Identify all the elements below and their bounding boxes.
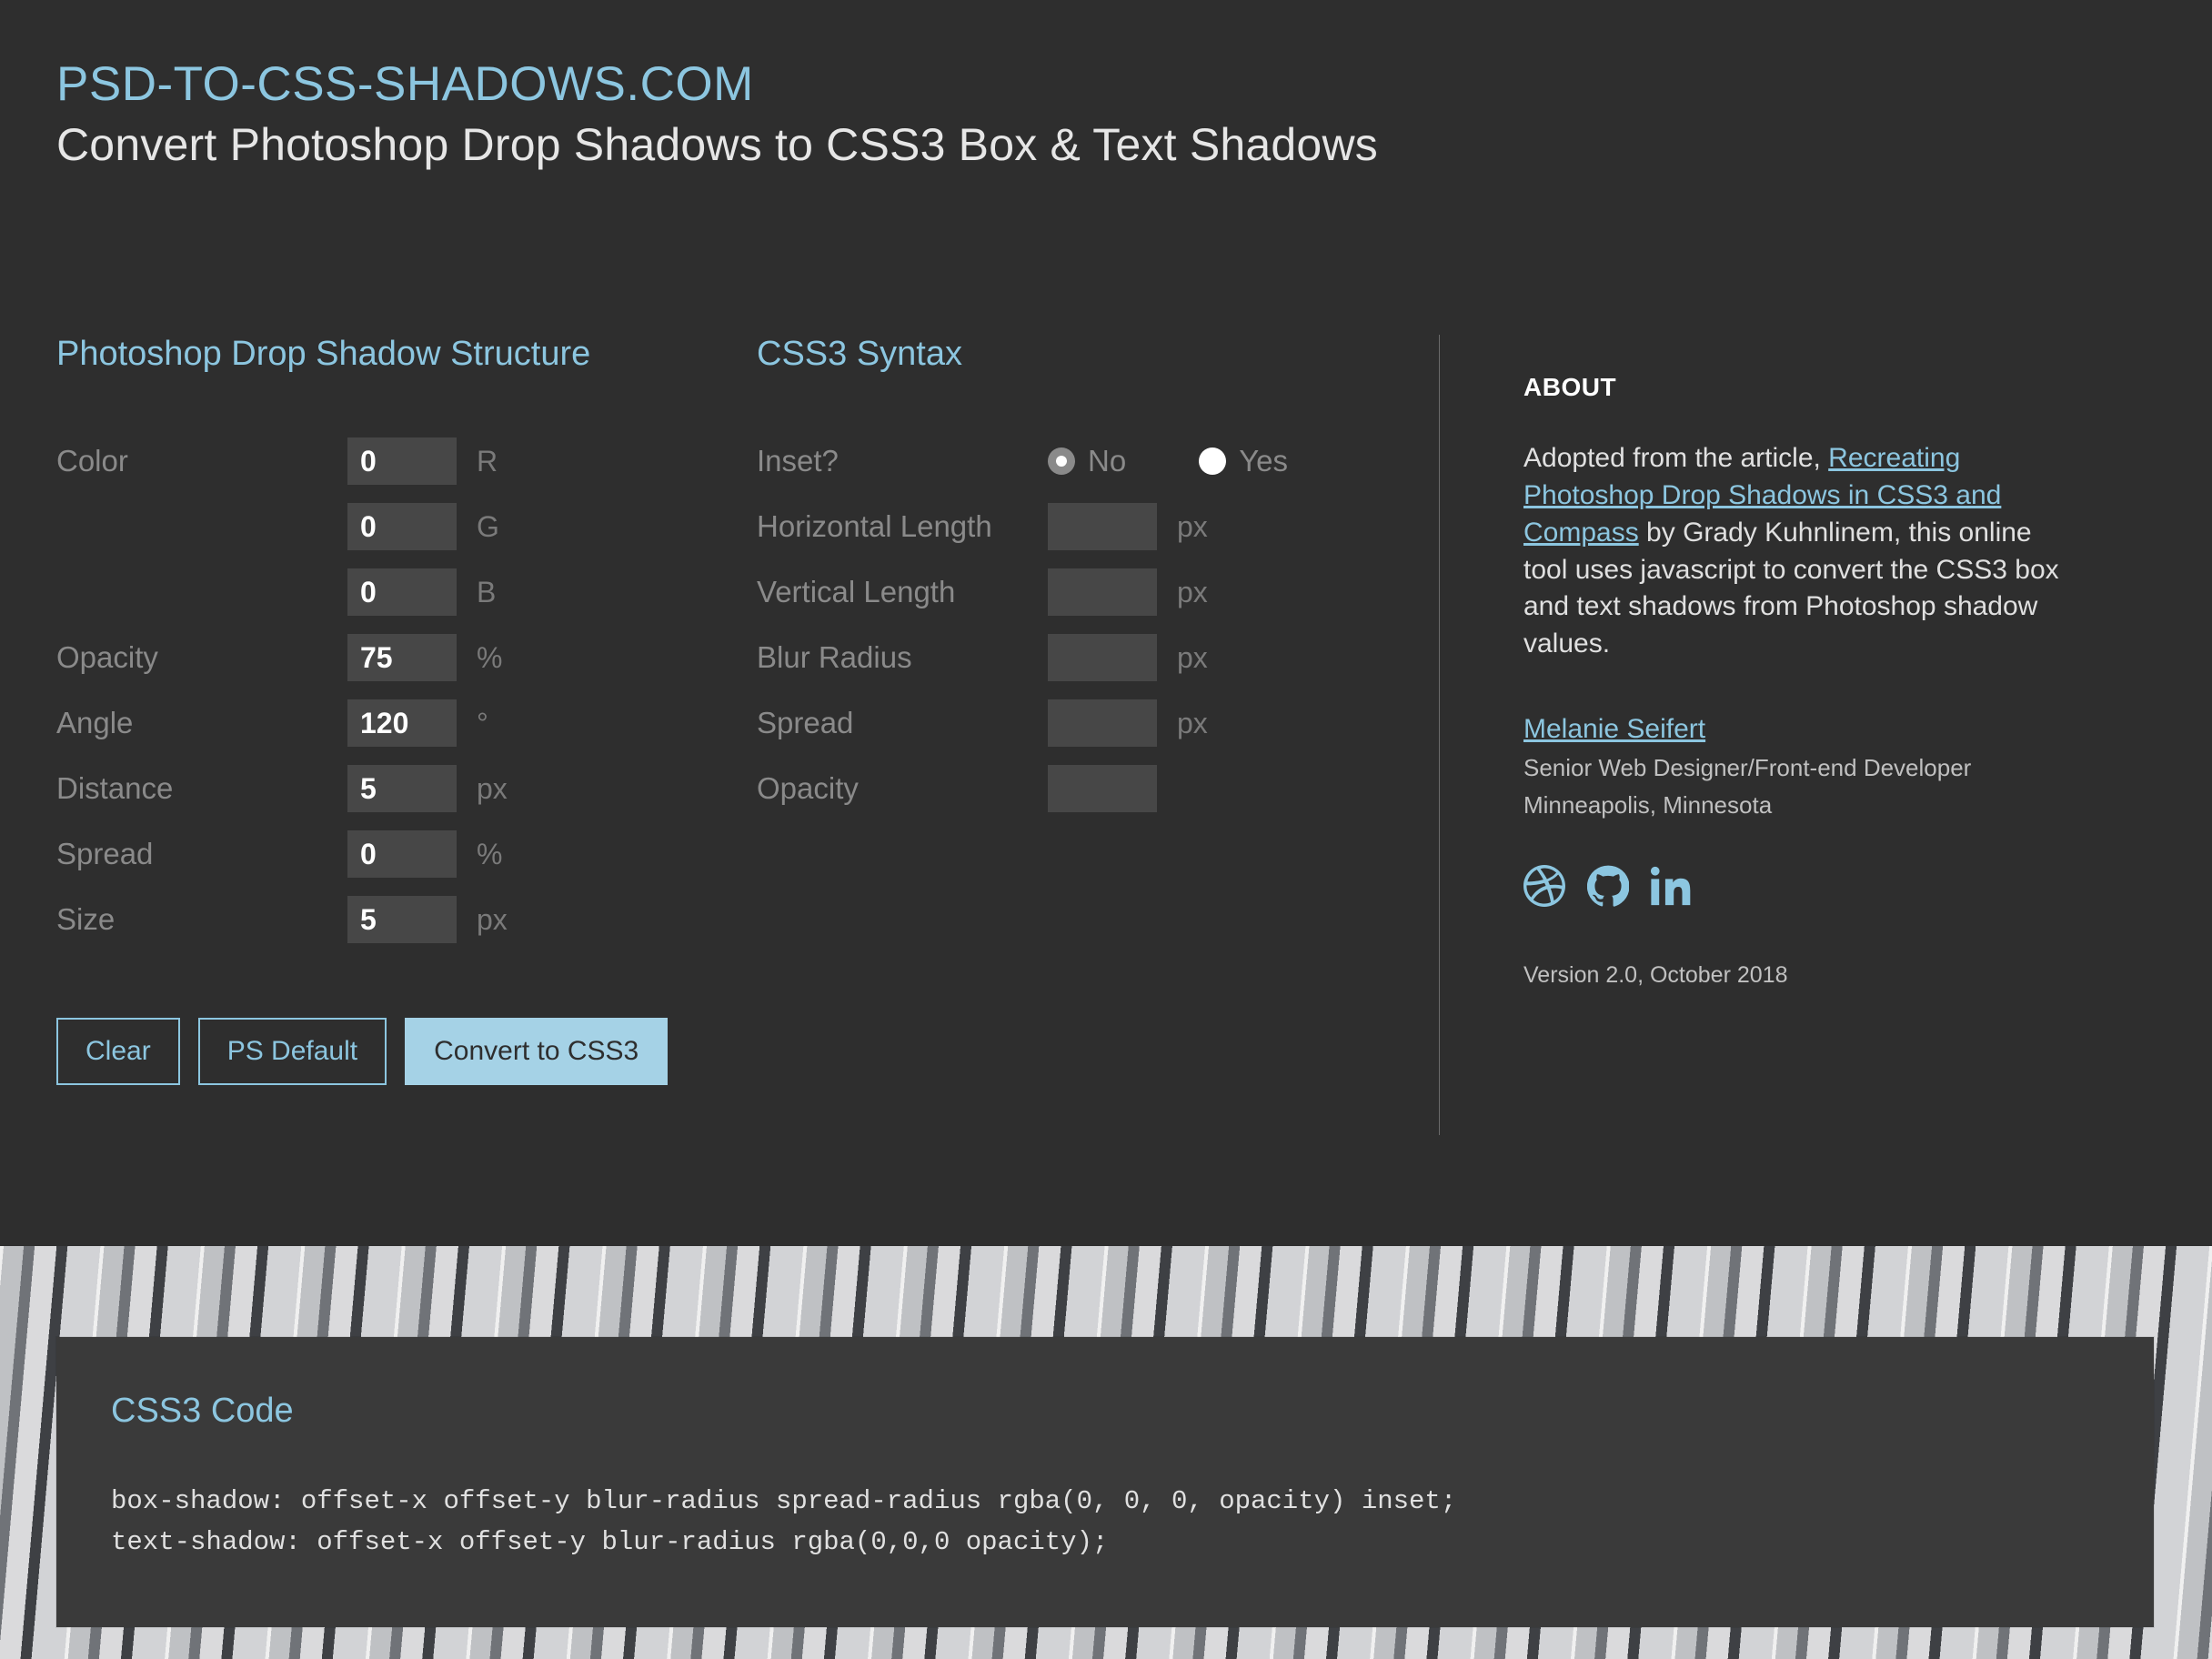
about-role: Senior Web Designer/Front-end Developer	[1523, 754, 2066, 782]
radio-selected-icon	[1048, 447, 1075, 475]
inset-yes-label: Yes	[1239, 444, 1288, 478]
about-name-link[interactable]: Melanie Seifert	[1523, 714, 2066, 745]
dribbble-icon[interactable]	[1523, 865, 1565, 911]
color-r-unit: R	[477, 445, 531, 478]
linkedin-icon[interactable]	[1651, 865, 1693, 911]
code-line-box-shadow: box-shadow: offset-x offset-y blur-radiu…	[111, 1482, 2099, 1523]
about-heading: ABOUT	[1523, 373, 2066, 402]
vlen-output[interactable]	[1048, 568, 1157, 616]
code-line-text-shadow: text-shadow: offset-x offset-y blur-radi…	[111, 1523, 2099, 1563]
inset-yes-radio[interactable]: Yes	[1199, 444, 1288, 478]
css-opacity-output[interactable]	[1048, 765, 1157, 812]
about-text: Adopted from the article, Recreating Pho…	[1523, 440, 2066, 663]
spread-input[interactable]	[347, 830, 457, 878]
css3-code-heading: CSS3 Code	[111, 1392, 2099, 1431]
angle-label: Angle	[56, 706, 347, 740]
about-text-pre: Adopted from the article,	[1523, 443, 1828, 473]
spread-label: Spread	[56, 837, 347, 871]
hlen-output[interactable]	[1048, 503, 1157, 550]
distance-label: Distance	[56, 771, 347, 806]
clear-button[interactable]: Clear	[56, 1018, 180, 1085]
hlen-unit: px	[1177, 510, 1232, 544]
blur-output[interactable]	[1048, 634, 1157, 681]
inset-no-label: No	[1088, 444, 1126, 478]
css3-code-panel: CSS3 Code box-shadow: offset-x offset-y …	[56, 1337, 2154, 1627]
opacity-input[interactable]	[347, 634, 457, 681]
color-b-input[interactable]	[347, 568, 457, 616]
inset-no-radio[interactable]: No	[1048, 444, 1126, 478]
convert-button[interactable]: Convert to CSS3	[405, 1018, 668, 1085]
vlen-unit: px	[1177, 576, 1232, 609]
about-location: Minneapolis, Minnesota	[1523, 791, 2066, 819]
version-text: Version 2.0, October 2018	[1523, 962, 2066, 989]
size-input[interactable]	[347, 896, 457, 943]
blur-unit: px	[1177, 641, 1232, 675]
color-label: Color	[56, 444, 347, 478]
angle-input[interactable]	[347, 699, 457, 747]
radio-unselected-icon	[1199, 447, 1226, 475]
inset-label: Inset?	[757, 444, 1048, 478]
css-spread-unit: px	[1177, 707, 1232, 740]
distance-input[interactable]	[347, 765, 457, 812]
css-spread-label: Spread	[757, 706, 1048, 740]
css3-heading: CSS3 Syntax	[757, 335, 1484, 374]
color-b-unit: B	[477, 576, 531, 609]
github-icon[interactable]	[1587, 865, 1629, 911]
site-subtitle: Convert Photoshop Drop Shadows to CSS3 B…	[56, 118, 2156, 171]
color-g-input[interactable]	[347, 503, 457, 550]
size-label: Size	[56, 902, 347, 937]
color-r-input[interactable]	[347, 437, 457, 485]
color-g-unit: G	[477, 510, 531, 544]
spread-unit: %	[477, 838, 531, 871]
css-spread-output[interactable]	[1048, 699, 1157, 747]
ps-default-button[interactable]: PS Default	[198, 1018, 387, 1085]
vlen-label: Vertical Length	[757, 575, 1048, 609]
blur-label: Blur Radius	[757, 640, 1048, 675]
angle-unit: °	[477, 707, 531, 740]
ps-heading: Photoshop Drop Shadow Structure	[56, 335, 757, 374]
site-title: PSD-TO-CSS-SHADOWS.COM	[56, 55, 2156, 115]
css-opacity-label: Opacity	[757, 771, 1048, 806]
size-unit: px	[477, 903, 531, 937]
distance-unit: px	[477, 772, 531, 806]
opacity-label: Opacity	[56, 640, 347, 675]
opacity-unit: %	[477, 641, 531, 675]
hlen-label: Horizontal Length	[757, 509, 1048, 544]
